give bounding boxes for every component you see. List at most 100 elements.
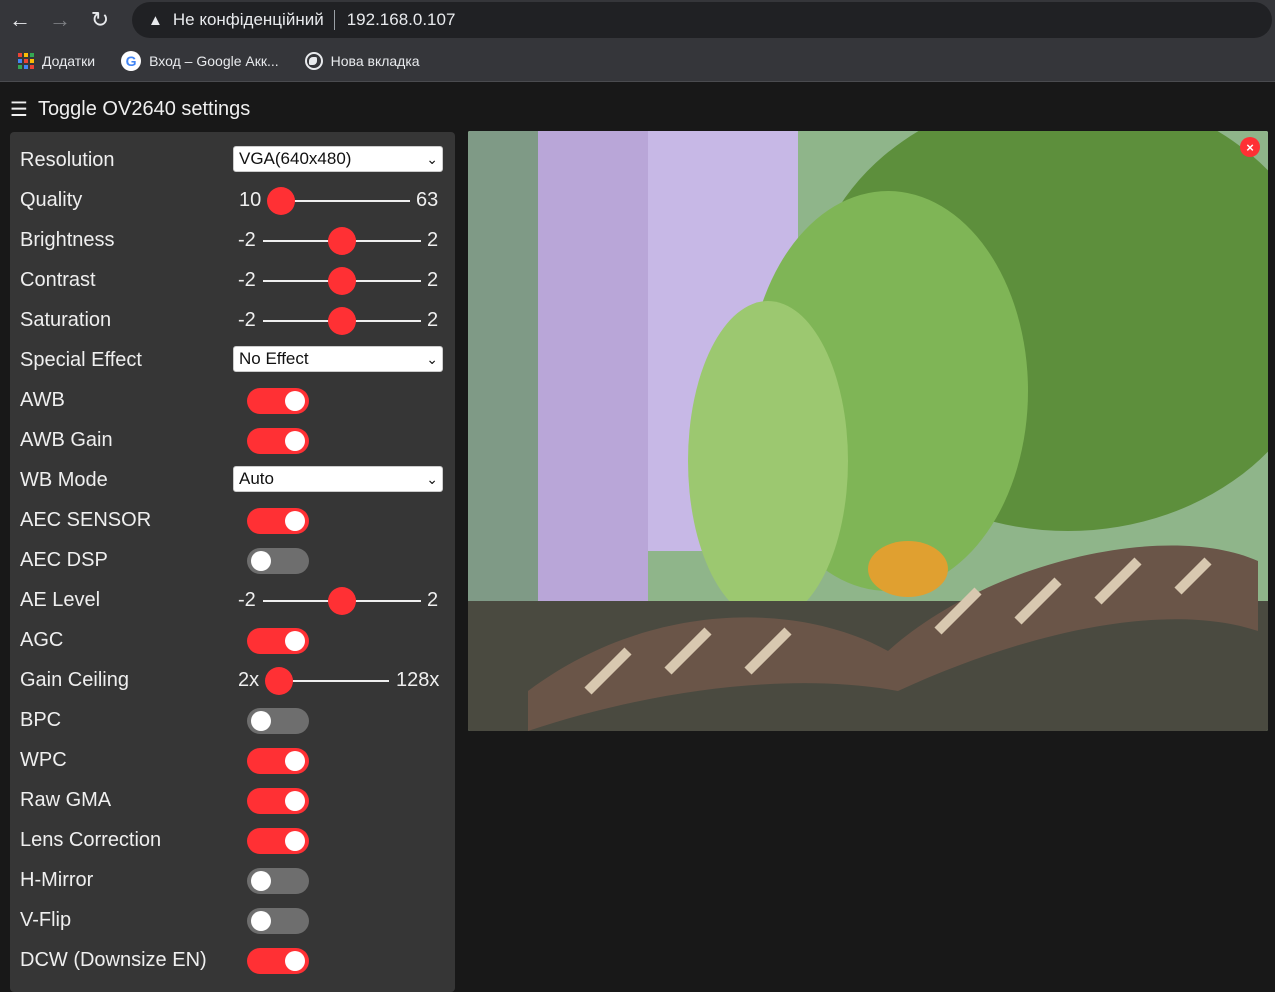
wb-mode-select[interactable]: Auto ⌄ <box>233 466 443 492</box>
bpc-toggle[interactable] <box>247 708 309 734</box>
brightness-slider-thumb[interactable] <box>328 227 356 255</box>
range-min: -2 <box>238 589 256 611</box>
range-min: -2 <box>238 229 256 251</box>
range-max: 2 <box>427 309 439 331</box>
range-max: 128x <box>396 669 440 691</box>
setting-vflip: V-Flip <box>10 901 455 941</box>
contrast-slider-thumb[interactable] <box>328 267 356 295</box>
setting-label: AE Level <box>20 589 101 611</box>
address-bar[interactable]: ▲ Не конфіденційний 192.168.0.107 <box>132 2 1272 38</box>
resolution-select[interactable]: VGA(640x480) ⌄ <box>233 146 443 172</box>
settings-panel: Resolution VGA(640x480) ⌄ Quality 10 63 … <box>10 132 455 992</box>
bookmark-google-account[interactable]: G Вход – Google Акк... <box>121 50 279 71</box>
setting-lens-correction: Lens Correction <box>10 821 455 861</box>
setting-wb-mode: WB Mode Auto ⌄ <box>10 461 455 501</box>
range-max: 2 <box>427 269 439 291</box>
toggle-knob <box>251 871 271 891</box>
awb-gain-toggle[interactable] <box>247 428 309 454</box>
reload-icon[interactable]: ↻ <box>80 0 120 40</box>
dcw-toggle[interactable] <box>247 948 309 974</box>
url-text[interactable]: 192.168.0.107 <box>347 10 456 30</box>
setting-awb-gain: AWB Gain <box>10 421 455 461</box>
select-value: VGA(640x480) <box>239 149 352 168</box>
setting-label: H-Mirror <box>20 869 94 891</box>
setting-agc: AGC <box>10 621 455 661</box>
special-effect-select[interactable]: No Effect ⌄ <box>233 346 443 372</box>
range-track[interactable] <box>280 200 410 202</box>
apps-grid-icon <box>18 52 34 69</box>
globe-icon <box>304 51 323 70</box>
setting-label: Special Effect <box>20 349 142 371</box>
aec-dsp-toggle[interactable] <box>247 548 309 574</box>
toggle-knob <box>285 391 305 411</box>
aec-sensor-toggle[interactable] <box>247 508 309 534</box>
setting-wpc: WPC <box>10 741 455 781</box>
setting-awb: AWB <box>10 381 455 421</box>
range-min: 10 <box>239 189 262 211</box>
gain-ceiling-slider-thumb[interactable] <box>265 667 293 695</box>
setting-label: BPC <box>20 709 62 731</box>
setting-resolution: Resolution VGA(640x480) ⌄ <box>10 141 455 181</box>
setting-label: WB Mode <box>20 469 108 491</box>
setting-label: Gain Ceiling <box>20 669 129 691</box>
toggle-knob <box>285 431 305 451</box>
ae-level-slider-thumb[interactable] <box>328 587 356 615</box>
toggle-knob <box>285 951 305 971</box>
toggle-knob <box>285 831 305 851</box>
select-value: No Effect <box>239 349 309 368</box>
setting-label: Resolution <box>20 149 115 171</box>
chevron-down-icon: ⌄ <box>426 151 438 167</box>
stream-scene <box>468 131 1268 731</box>
setting-label: AEC DSP <box>20 549 108 571</box>
setting-label: Contrast <box>20 269 96 291</box>
setting-aec-sensor: AEC SENSOR <box>10 501 455 541</box>
range-min: 2x <box>238 669 260 691</box>
bookmark-new-tab[interactable]: Нова вкладка <box>304 51 420 70</box>
chevron-down-icon: ⌄ <box>426 351 438 367</box>
range-track[interactable] <box>278 680 389 682</box>
bookmark-apps[interactable]: Додатки <box>18 52 96 69</box>
toggle-knob <box>251 711 271 731</box>
bookmark-label: Вход – Google Акк... <box>149 52 279 69</box>
google-icon: G <box>121 50 142 71</box>
setting-label: Lens Correction <box>20 829 162 851</box>
quality-slider-thumb[interactable] <box>267 187 295 215</box>
wpc-toggle[interactable] <box>247 748 309 774</box>
raw-gma-toggle[interactable] <box>247 788 309 814</box>
setting-label: AEC SENSOR <box>20 509 152 531</box>
range-max: 2 <box>427 229 439 251</box>
forward-arrow-icon[interactable]: → <box>40 0 80 40</box>
setting-brightness: Brightness -2 2 <box>10 221 455 261</box>
saturation-slider-thumb[interactable] <box>328 307 356 335</box>
range-min: -2 <box>238 309 256 331</box>
hamburger-menu-icon: ☰ <box>10 98 28 121</box>
setting-aec-dsp: AEC DSP <box>10 541 455 581</box>
range-max: 63 <box>416 189 439 211</box>
setting-gain-ceiling: Gain Ceiling 2x 128x <box>10 661 455 701</box>
close-stream-icon[interactable]: × <box>1240 137 1260 157</box>
scene-orange-rock <box>868 541 948 597</box>
toggle-knob <box>285 511 305 531</box>
setting-label: AGC <box>20 629 64 651</box>
setting-hmirror: H-Mirror <box>10 861 455 901</box>
agc-toggle[interactable] <box>247 628 309 654</box>
warning-icon: ▲ <box>148 11 163 29</box>
back-arrow-icon[interactable]: ← <box>0 0 40 40</box>
bookmark-label: Додатки <box>42 52 96 69</box>
scene-plant-small <box>688 301 848 621</box>
lens-correction-toggle[interactable] <box>247 828 309 854</box>
range-max: 2 <box>427 589 439 611</box>
setting-label: DCW (Downsize EN) <box>20 949 207 971</box>
hmirror-toggle[interactable] <box>247 868 309 894</box>
toggle-knob <box>285 751 305 771</box>
awb-toggle[interactable] <box>247 388 309 414</box>
setting-ae-level: AE Level -2 2 <box>10 581 455 621</box>
setting-label: Brightness <box>20 229 115 251</box>
insecure-label: Не конфіденційний <box>172 10 324 29</box>
toggle-knob <box>285 791 305 811</box>
setting-quality: Quality 10 63 <box>10 181 455 221</box>
settings-toggle[interactable]: ☰ Toggle OV2640 settings <box>10 94 250 124</box>
vflip-toggle[interactable] <box>247 908 309 934</box>
setting-label: WPC <box>20 749 67 771</box>
setting-bpc: BPC <box>10 701 455 741</box>
